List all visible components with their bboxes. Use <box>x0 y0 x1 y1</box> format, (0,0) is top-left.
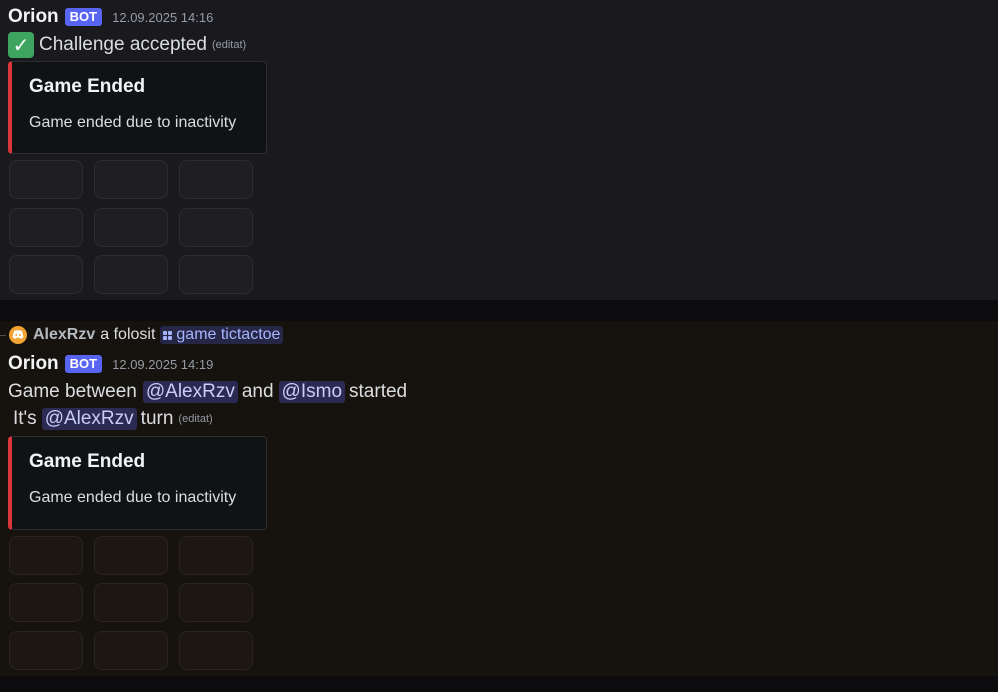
message-header: Orion BOT 12.09.2025 14:16 <box>8 6 213 28</box>
author-name[interactable]: Orion <box>8 6 59 28</box>
reply-connector <box>0 334 6 336</box>
slash-command[interactable]: game tictactoe <box>160 326 284 344</box>
text-prefix: Game between <box>8 381 137 402</box>
message-content: ✓ Challenge accepted (editat) <box>8 31 246 59</box>
text-suffix: started <box>349 381 408 402</box>
author-name[interactable]: Orion <box>8 353 59 375</box>
user-mention[interactable]: @AlexRzv <box>41 408 137 430</box>
message-line-2: It's @AlexRzv turn (editat) <box>13 406 213 432</box>
reply-username[interactable]: AlexRzv <box>33 326 95 344</box>
message-text: Challenge accepted <box>39 34 207 55</box>
board-cell-button[interactable] <box>9 536 83 575</box>
board-cell-button[interactable] <box>94 208 168 247</box>
check-mark-icon: ✓ <box>8 32 34 58</box>
embed: Game Ended Game ended due to inactivity <box>8 61 267 154</box>
text-suffix: turn <box>140 408 174 429</box>
board-cell-button[interactable] <box>179 255 253 294</box>
board-cell-button[interactable] <box>9 255 83 294</box>
board-cell-button[interactable] <box>179 583 253 622</box>
command-reply-line[interactable]: AlexRzv a folosit game tictactoe <box>0 325 284 345</box>
reply-action: a folosit <box>100 326 156 343</box>
message-line-1: Game between @AlexRzv and @Ismo started <box>8 379 407 405</box>
board-cell-button[interactable] <box>94 631 168 670</box>
user-mention[interactable]: @Ismo <box>278 381 346 403</box>
message-header: Orion BOT 12.09.2025 14:19 <box>8 353 213 375</box>
board-cell-button[interactable] <box>94 536 168 575</box>
command-name: game tictactoe <box>176 326 281 343</box>
bot-tag: BOT <box>64 355 103 373</box>
board-cell-button[interactable] <box>94 583 168 622</box>
embed-description: Game ended due to inactivity <box>29 489 237 506</box>
edited-label: (editat) <box>178 413 213 425</box>
board-cell-button[interactable] <box>9 160 83 199</box>
embed-description: Game ended due to inactivity <box>29 114 237 131</box>
board-cell-button[interactable] <box>94 160 168 199</box>
board-cell-button[interactable] <box>94 255 168 294</box>
embed-title: Game Ended <box>29 451 146 472</box>
board-cell-button[interactable] <box>9 631 83 670</box>
board-cell-button[interactable] <box>9 208 83 247</box>
embed: Game Ended Game ended due to inactivity <box>8 436 267 530</box>
discord-avatar-icon[interactable] <box>9 326 27 344</box>
board-cell-button[interactable] <box>179 631 253 670</box>
user-mention[interactable]: @AlexRzv <box>142 381 238 403</box>
timestamp[interactable]: 12.09.2025 14:16 <box>112 10 213 25</box>
timestamp[interactable]: 12.09.2025 14:19 <box>112 357 213 372</box>
board-cell-button[interactable] <box>179 160 253 199</box>
message-2: AlexRzv a folosit game tictactoe Orion B… <box>0 321 998 676</box>
bot-tag: BOT <box>64 8 103 26</box>
message-1: Orion BOT 12.09.2025 14:16 ✓ Challenge a… <box>0 0 998 300</box>
board-cell-button[interactable] <box>179 536 253 575</box>
board-cell-button[interactable] <box>9 583 83 622</box>
text-prefix: It's <box>13 408 37 429</box>
app-command-icon <box>163 330 173 340</box>
text-and: and <box>241 381 274 402</box>
embed-title: Game Ended <box>29 76 146 97</box>
board-cell-button[interactable] <box>179 208 253 247</box>
edited-label: (editat) <box>211 39 247 51</box>
